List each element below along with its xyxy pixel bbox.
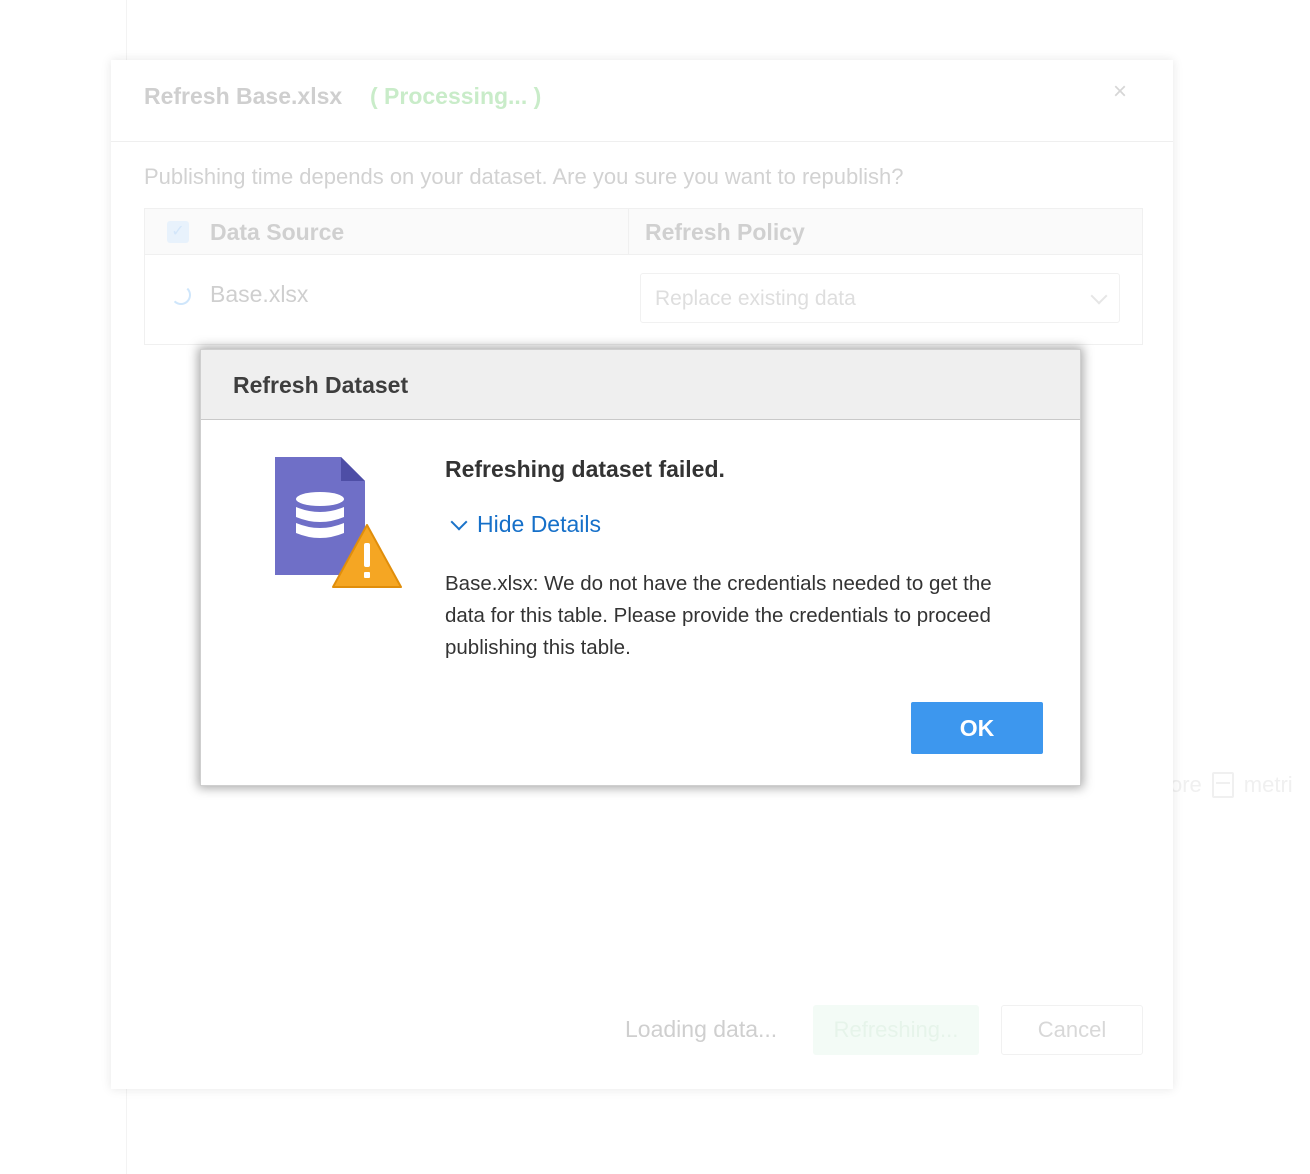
hide-details-label: Hide Details [477, 511, 601, 537]
column-header-refresh-policy: Refresh Policy [645, 219, 805, 245]
database-file-warning-icon [275, 457, 402, 588]
select-all-checkbox[interactable]: ✓ [167, 221, 189, 243]
column-header-data-source: Data Source [210, 219, 345, 245]
table-row: Base.xlsx Replace existing data [145, 255, 1142, 345]
ok-button[interactable]: OK [911, 702, 1043, 754]
cancel-button[interactable]: Cancel [1001, 1005, 1143, 1055]
loading-spinner-icon [171, 285, 191, 305]
table-header: ✓ Data Source Refresh Policy [145, 209, 1142, 255]
column-divider [628, 209, 629, 255]
processing-status: ( Processing... ) [370, 83, 542, 109]
error-heading: Refreshing dataset failed. [445, 456, 725, 482]
refresh-file-dialog-title: Refresh Base.xlsx [144, 83, 343, 109]
loading-status: Loading data... [625, 1016, 778, 1042]
data-source-table: ✓ Data Source Refresh Policy Base.xlsx R… [144, 208, 1143, 345]
modal-header: Refresh Dataset [201, 350, 1080, 420]
republish-message: Publishing time depends on your dataset.… [144, 164, 904, 189]
table-icon [1211, 772, 1234, 798]
chevron-down-icon [1090, 287, 1108, 305]
refresh-dataset-modal: Refresh Dataset Refreshing dataset faile… [200, 349, 1081, 786]
modal-title: Refresh Dataset [233, 372, 409, 398]
hide-details-toggle[interactable]: Hide Details [450, 511, 601, 538]
refresh-file-dialog-header: Refresh Base.xlsx ( Processing... ) × [111, 60, 1173, 142]
page: ore metri Refresh Base.xlsx ( Processing… [0, 0, 1310, 1174]
background-fragment: ore metri [1170, 772, 1293, 798]
refresh-policy-value: Replace existing data [655, 287, 856, 310]
refreshing-button[interactable]: Refreshing... [813, 1005, 979, 1055]
error-detail-text: Base.xlsx: We do not have the credential… [445, 572, 992, 659]
close-icon[interactable]: × [1113, 78, 1127, 106]
refresh-policy-select[interactable]: Replace existing data [640, 273, 1120, 323]
background-fragment-left: ore [1170, 772, 1202, 797]
chevron-down-icon [450, 513, 468, 530]
background-fragment-right: metri [1243, 772, 1293, 797]
data-source-name: Base.xlsx [210, 281, 309, 307]
